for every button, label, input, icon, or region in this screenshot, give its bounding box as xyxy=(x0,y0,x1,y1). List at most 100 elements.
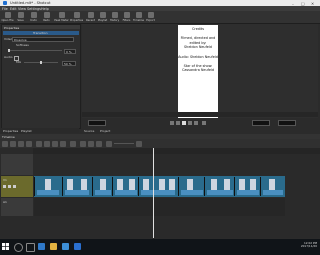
clip-thumbnail xyxy=(67,178,73,191)
export-icon xyxy=(147,12,154,18)
position-timecode[interactable] xyxy=(88,120,106,126)
open-file-button[interactable]: Open File xyxy=(1,11,14,23)
mute-icon[interactable] xyxy=(3,185,6,188)
transport-controls xyxy=(82,118,318,127)
clip[interactable] xyxy=(138,177,179,196)
clip[interactable] xyxy=(34,177,63,196)
track-head-a1[interactable]: A1 xyxy=(1,198,33,216)
scrub-icon[interactable] xyxy=(88,140,94,147)
rewind-icon[interactable] xyxy=(176,120,180,125)
minimize-icon[interactable]: – xyxy=(292,1,294,6)
clip[interactable] xyxy=(112,177,139,196)
properties-button[interactable]: Properties xyxy=(70,11,83,23)
edge-icon[interactable] xyxy=(38,243,45,250)
history-icon xyxy=(111,12,118,18)
clip-thumbnail xyxy=(269,178,275,191)
mix-spinbox[interactable]: 50 % xyxy=(62,60,76,66)
video-preview[interactable]: Credits Filmed, directed and edited by: … xyxy=(178,25,218,118)
tab-source[interactable]: Source xyxy=(84,129,94,133)
maximize-icon[interactable]: □ xyxy=(301,1,305,6)
system-clock[interactable]: 12:02 PM 2017/11/20 xyxy=(301,241,317,249)
viewer-tabs: Source Project xyxy=(82,128,182,133)
ripple-delete-icon[interactable] xyxy=(44,140,50,147)
clip[interactable] xyxy=(62,177,93,196)
zoom-out-icon[interactable] xyxy=(106,140,112,147)
peak-meter-button[interactable]: Peak Meter xyxy=(54,11,69,23)
timeline-ruler[interactable] xyxy=(33,148,320,154)
toolbar: Open File Save Undo Redo Peak Meter Prop… xyxy=(0,11,320,24)
menu-view[interactable]: View xyxy=(18,7,26,11)
skip-previous-icon[interactable] xyxy=(170,120,174,125)
store-icon[interactable] xyxy=(62,243,69,250)
task-view-icon[interactable] xyxy=(26,243,35,252)
mix-handle[interactable] xyxy=(40,61,42,64)
audio-waveform xyxy=(237,190,259,195)
lock-icon[interactable] xyxy=(13,185,16,188)
zoom-slider[interactable] xyxy=(114,143,134,145)
mix-label: Mix xyxy=(16,60,22,64)
clip[interactable] xyxy=(92,177,113,196)
ripple-icon[interactable] xyxy=(96,140,102,147)
clip[interactable] xyxy=(234,177,261,196)
redo-icon xyxy=(43,12,50,18)
volume-icon[interactable] xyxy=(202,120,206,125)
preview-line: Audio: Sheldon Neufeld xyxy=(178,54,218,59)
snap-icon[interactable] xyxy=(80,140,86,147)
duration-timecode[interactable] xyxy=(278,120,296,126)
fast-forward-icon[interactable] xyxy=(188,120,192,125)
softness-slider[interactable] xyxy=(8,50,62,52)
clip[interactable] xyxy=(260,177,286,196)
timeline-icon xyxy=(135,12,142,18)
copy-icon[interactable] xyxy=(18,140,24,147)
zoom-in-icon[interactable] xyxy=(136,140,142,147)
clip[interactable] xyxy=(178,177,205,196)
track-head-v2[interactable] xyxy=(1,154,33,175)
tab-playlist[interactable]: Playlist xyxy=(21,129,32,133)
menu-edit[interactable]: Edit xyxy=(10,7,17,11)
cut-icon[interactable] xyxy=(10,140,16,147)
audio-waveform xyxy=(181,190,203,195)
hide-icon[interactable] xyxy=(8,185,11,188)
audio-waveform xyxy=(207,190,233,195)
close-icon[interactable]: ✕ xyxy=(311,1,314,6)
windows-start-icon[interactable] xyxy=(2,243,9,250)
softness-spinbox[interactable]: 0 % xyxy=(64,48,76,54)
audio-waveform xyxy=(115,190,137,195)
menu-file[interactable]: File xyxy=(2,7,8,11)
clip-thumbnail xyxy=(100,178,106,191)
in-point-timecode[interactable] xyxy=(252,120,270,126)
track-head-v1[interactable]: V1 xyxy=(1,176,33,197)
skip-next-icon[interactable] xyxy=(194,120,198,125)
transition-row: Transition xyxy=(3,31,79,35)
clip[interactable] xyxy=(204,177,235,196)
file-explorer-icon[interactable] xyxy=(50,243,57,250)
clip-thumbnail xyxy=(224,178,230,191)
folder-icon xyxy=(4,12,11,18)
shotcut-taskbar-icon[interactable] xyxy=(74,243,81,250)
viewer-timecode-ruler[interactable] xyxy=(82,112,318,117)
menu-help[interactable]: Help xyxy=(41,7,49,11)
undo-button[interactable]: Undo xyxy=(28,11,39,23)
video-transition-select[interactable]: Dissolve xyxy=(12,36,74,42)
append-icon[interactable] xyxy=(36,140,42,147)
redo-button[interactable]: Redo xyxy=(41,11,52,23)
save-button[interactable]: Save xyxy=(15,11,26,23)
clip-thumbnail xyxy=(187,178,193,191)
export-button[interactable]: Export xyxy=(145,11,156,23)
clip-thumbnail xyxy=(169,178,175,191)
tab-project[interactable]: Project xyxy=(100,129,110,133)
tab-properties[interactable]: Properties xyxy=(3,129,18,133)
overwrite-icon[interactable] xyxy=(60,140,66,147)
playhead[interactable] xyxy=(153,148,154,238)
shotcut-icon xyxy=(3,1,7,5)
audio-label: Audio xyxy=(4,55,13,59)
search-icon[interactable] xyxy=(14,243,23,252)
split-icon[interactable] xyxy=(70,140,76,147)
lift-icon[interactable] xyxy=(52,140,58,147)
menu-icon[interactable] xyxy=(2,140,8,147)
preview-line: Sheldon Neufeld xyxy=(184,45,212,50)
menu-settings[interactable]: Settings xyxy=(27,7,41,11)
softness-handle[interactable] xyxy=(8,49,10,52)
play-icon[interactable] xyxy=(182,120,186,125)
paste-icon[interactable] xyxy=(26,140,32,147)
